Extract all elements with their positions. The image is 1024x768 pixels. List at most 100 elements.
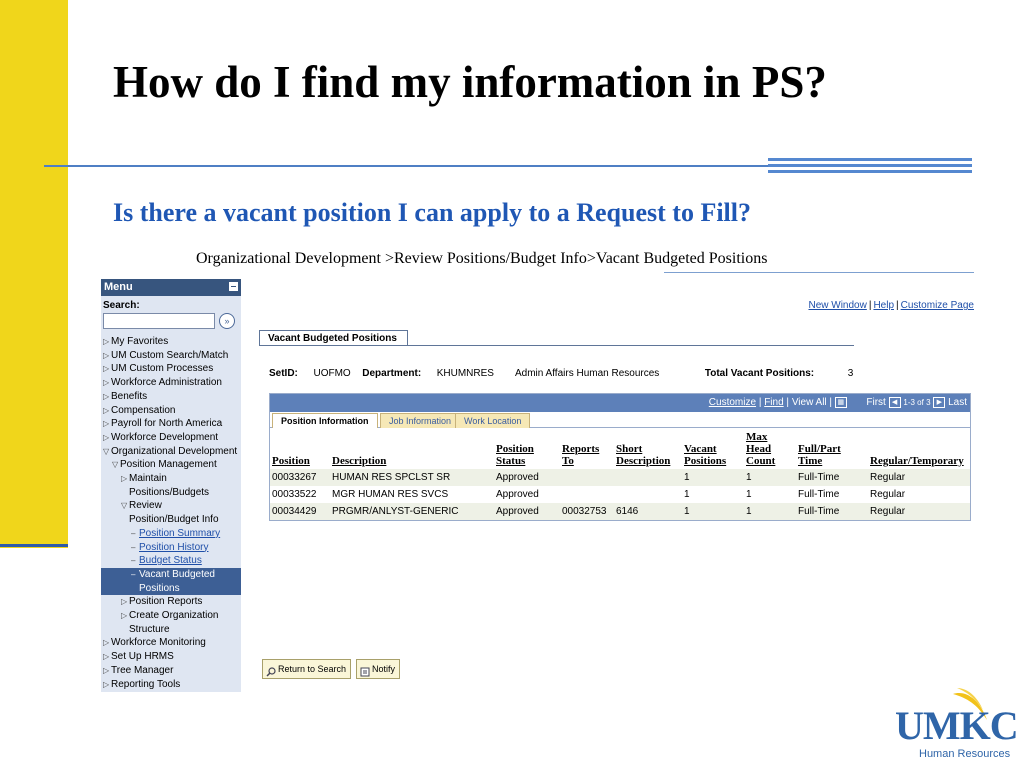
next-arrow-icon[interactable]: ▶ (933, 397, 946, 408)
menu-item-reporting-tools[interactable]: ▷ Reporting Tools (101, 678, 241, 692)
menu-item-vacant-budgeted-positions[interactable]: – Vacant Budgeted Positions (101, 567, 241, 596)
menu-item-compensation[interactable]: ▷ Compensation (101, 404, 241, 418)
column-header-max-head-count[interactable]: Max Head Count (744, 428, 796, 469)
cell-description: HUMAN RES SPCLST SR (330, 469, 494, 486)
menu-item-organizational-development[interactable]: ▽ Organizational Development (101, 445, 241, 459)
menu-item-workforce-development[interactable]: ▷ Workforce Development (101, 431, 241, 445)
notify-icon (360, 665, 370, 677)
column-header-reports-to[interactable]: Reports To (560, 428, 614, 469)
grid-customize-link[interactable]: Customize (709, 397, 756, 408)
total-vacant-label: Total Vacant Positions: (704, 368, 815, 379)
search-go-icon[interactable]: » (219, 313, 235, 329)
menu-search-row: » (101, 311, 241, 331)
grid-navigation-bar: Customize | Find | View All | ▦ First ◀ … (270, 394, 970, 412)
menu-item-benefits[interactable]: ▷ Benefits (101, 390, 241, 404)
navigation-path: Organizational Development >Review Posit… (196, 250, 768, 267)
triangle-right-icon: ▷ (103, 638, 110, 648)
menu-item-workforce-monitoring[interactable]: ▷ Workforce Monitoring (101, 636, 241, 650)
column-header-regular-temporary[interactable]: Regular/Temporary (868, 428, 970, 469)
grid-first-link[interactable]: First (866, 397, 885, 408)
menu-item-maintain-positions[interactable]: ▷ Maintain Positions/Budgets (101, 472, 241, 499)
column-header-vacant-positions[interactable]: Vacant Positions (682, 428, 744, 469)
cell-regular-temporary: Regular (868, 486, 970, 503)
column-header-description[interactable]: Description (330, 428, 494, 469)
title-divider-accent (768, 158, 972, 178)
cell-position: 00033267 (270, 469, 330, 486)
logo-subtitle: Human Resources (919, 748, 1011, 760)
cell-reports-to: 00032753 (560, 503, 614, 520)
dash-icon: – (131, 542, 136, 552)
triangle-right-icon: ▷ (103, 350, 110, 360)
triangle-right-icon: ▷ (103, 679, 110, 689)
cell-position-status: Approved (494, 469, 560, 486)
column-header-short-description[interactable]: Short Description (614, 428, 682, 469)
menu-item-position-reports[interactable]: ▷ Position Reports (101, 595, 241, 609)
tab-work-location[interactable]: Work Location (455, 413, 531, 428)
department-value: KHUMNRES (436, 368, 494, 379)
column-header-full-part-time[interactable]: Full/Part Time (796, 428, 868, 469)
collapse-icon[interactable] (229, 282, 238, 291)
triangle-right-icon: ▷ (103, 665, 110, 675)
cell-position-status: Approved (494, 486, 560, 503)
triangle-right-icon: ▷ (103, 652, 110, 662)
department-description: Admin Affairs Human Resources (514, 368, 660, 379)
column-header-position[interactable]: Position (270, 428, 330, 469)
tab-job-information[interactable]: Job Information (380, 413, 461, 428)
menu-item-position-summary[interactable]: – Position Summary (101, 527, 241, 541)
new-window-link[interactable]: New Window (808, 300, 866, 311)
cell-reports-to (560, 486, 614, 503)
department-label: Department: (362, 368, 422, 379)
tab-position-information[interactable]: Position Information (272, 413, 378, 428)
notify-button[interactable]: Notify (356, 659, 401, 679)
setid-value: UOFMO (313, 368, 351, 379)
menu-item-budget-status[interactable]: – Budget Status (101, 554, 241, 568)
notify-label: Notify (372, 664, 396, 674)
column-header-position-status[interactable]: Position Status (494, 428, 560, 469)
grid-find-link[interactable]: Find (764, 397, 783, 408)
positions-grid: Customize | Find | View All | ▦ First ◀ … (269, 393, 971, 521)
help-link[interactable]: Help (873, 300, 894, 311)
menu-item-tree-manager[interactable]: ▷ Tree Manager (101, 664, 241, 678)
menu-item-um-custom-processes[interactable]: ▷ UM Custom Processes (101, 362, 241, 376)
cell-position: 00034429 (270, 503, 330, 520)
triangle-right-icon: ▷ (103, 432, 110, 442)
menu-item-position-history[interactable]: – Position History (101, 541, 241, 555)
cell-full-part-time: Full-Time (796, 486, 868, 503)
grid-tabs: Position Information Job Information Wor… (270, 412, 970, 428)
previous-arrow-icon[interactable]: ◀ (888, 397, 901, 408)
menu-item-my-favorites[interactable]: ▷ My Favorites (101, 335, 241, 349)
grid-row-range: 1-3 of 3 (903, 398, 931, 408)
menu-list: ▷ My Favorites ▷ UM Custom Search/Match ▷ U… (101, 335, 241, 691)
menu-item-create-organization-structure[interactable]: ▷ Create Organization Structure (101, 609, 241, 636)
menu-item-position-management[interactable]: ▽ Position Management (101, 458, 241, 472)
cell-vacant-positions: 1 (682, 486, 744, 503)
return-to-search-label: Return to Search (278, 664, 347, 674)
menu-item-um-custom-search[interactable]: ▷ UM Custom Search/Match (101, 349, 241, 363)
triangle-down-icon: ▽ (112, 460, 119, 470)
menu-header-label: Menu (104, 281, 133, 293)
triangle-right-icon: ▷ (103, 364, 110, 374)
cell-max-head-count: 1 (744, 503, 796, 520)
cell-position-status: Approved (494, 503, 560, 520)
dash-icon: – (131, 569, 136, 579)
grid-view-all-link[interactable]: View All (792, 397, 827, 408)
menu-item-workforce-administration[interactable]: ▷ Workforce Administration (101, 376, 241, 390)
menu-item-set-up-hrms[interactable]: ▷ Set Up HRMS (101, 650, 241, 664)
grid-last-link[interactable]: Last (948, 397, 967, 408)
triangle-right-icon: ▷ (103, 419, 110, 429)
slide-title: How do I find my information in PS? (113, 57, 827, 107)
grid-download-icon[interactable]: ▦ (834, 397, 847, 408)
setid-label: SetID: (269, 368, 298, 379)
cell-vacant-positions: 1 (682, 469, 744, 486)
umkc-logo: UMKC Human Resources (895, 688, 1023, 768)
left-accent-line (0, 544, 68, 547)
menu-search-input[interactable] (103, 313, 215, 329)
page-tab-vacant-budgeted-positions[interactable]: Vacant Budgeted Positions (259, 330, 408, 346)
triangle-down-icon: ▽ (103, 446, 110, 456)
menu-item-review-position-budget[interactable]: ▽ Review Position/Budget Info (101, 499, 241, 526)
magnifier-icon (266, 665, 276, 677)
triangle-right-icon: ▷ (103, 337, 110, 346)
return-to-search-button[interactable]: Return to Search (262, 659, 352, 679)
customize-page-link[interactable]: Customize Page (901, 300, 974, 311)
menu-item-payroll[interactable]: ▷ Payroll for North America (101, 417, 241, 431)
